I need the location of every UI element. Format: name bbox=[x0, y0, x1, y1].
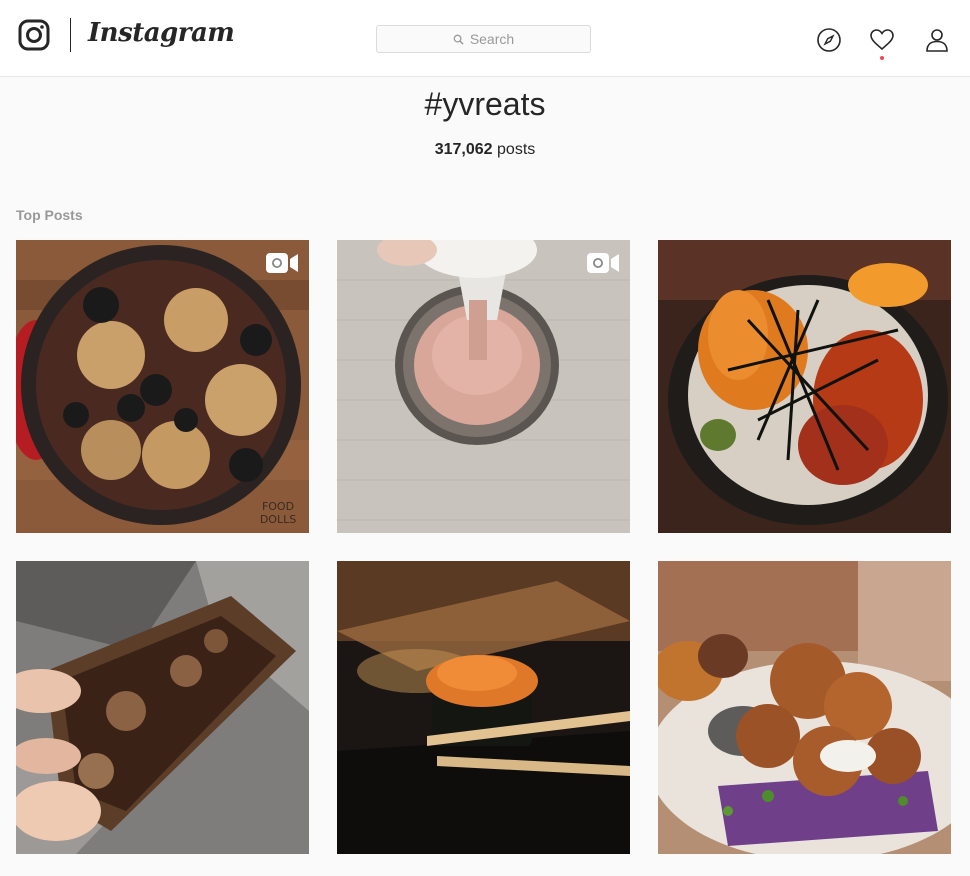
search-placeholder: Search bbox=[469, 31, 515, 47]
explore-icon[interactable] bbox=[816, 27, 842, 53]
post-photo bbox=[16, 561, 309, 854]
post-photo bbox=[337, 561, 630, 854]
post-thumbnail[interactable] bbox=[16, 561, 309, 854]
post-thumbnail[interactable] bbox=[658, 240, 951, 533]
post-count: 317,062 posts bbox=[0, 141, 970, 159]
top-nav-bar: Instagram Search bbox=[0, 0, 970, 77]
heart-icon[interactable] bbox=[869, 27, 895, 53]
post-thumbnail[interactable]: FOOD DOLLS bbox=[16, 240, 309, 533]
logo-divider bbox=[70, 18, 71, 52]
notification-dot bbox=[880, 56, 884, 60]
post-photo bbox=[658, 240, 951, 533]
post-thumbnail[interactable] bbox=[658, 561, 951, 854]
post-photo: FOOD DOLLS bbox=[16, 240, 309, 533]
food-dolls-watermark: FOOD bbox=[262, 500, 294, 513]
post-photo bbox=[658, 561, 951, 854]
post-count-number: 317,062 bbox=[434, 141, 493, 158]
post-thumbnail[interactable] bbox=[337, 561, 630, 854]
post-thumbnail[interactable] bbox=[337, 240, 630, 533]
video-icon bbox=[587, 253, 619, 273]
post-photo bbox=[337, 240, 630, 533]
hashtag-title: #yvreats bbox=[424, 86, 546, 122]
instagram-wordmark[interactable]: Instagram bbox=[88, 18, 235, 48]
search-icon bbox=[453, 34, 464, 45]
instagram-camera-logo-icon[interactable] bbox=[18, 19, 50, 51]
video-icon bbox=[266, 253, 298, 273]
top-posts-label: Top Posts bbox=[16, 207, 83, 223]
profile-icon[interactable] bbox=[924, 27, 950, 53]
svg-text:DOLLS: DOLLS bbox=[260, 513, 296, 526]
post-count-suffix: posts bbox=[497, 141, 536, 158]
search-input[interactable]: Search bbox=[376, 25, 591, 53]
